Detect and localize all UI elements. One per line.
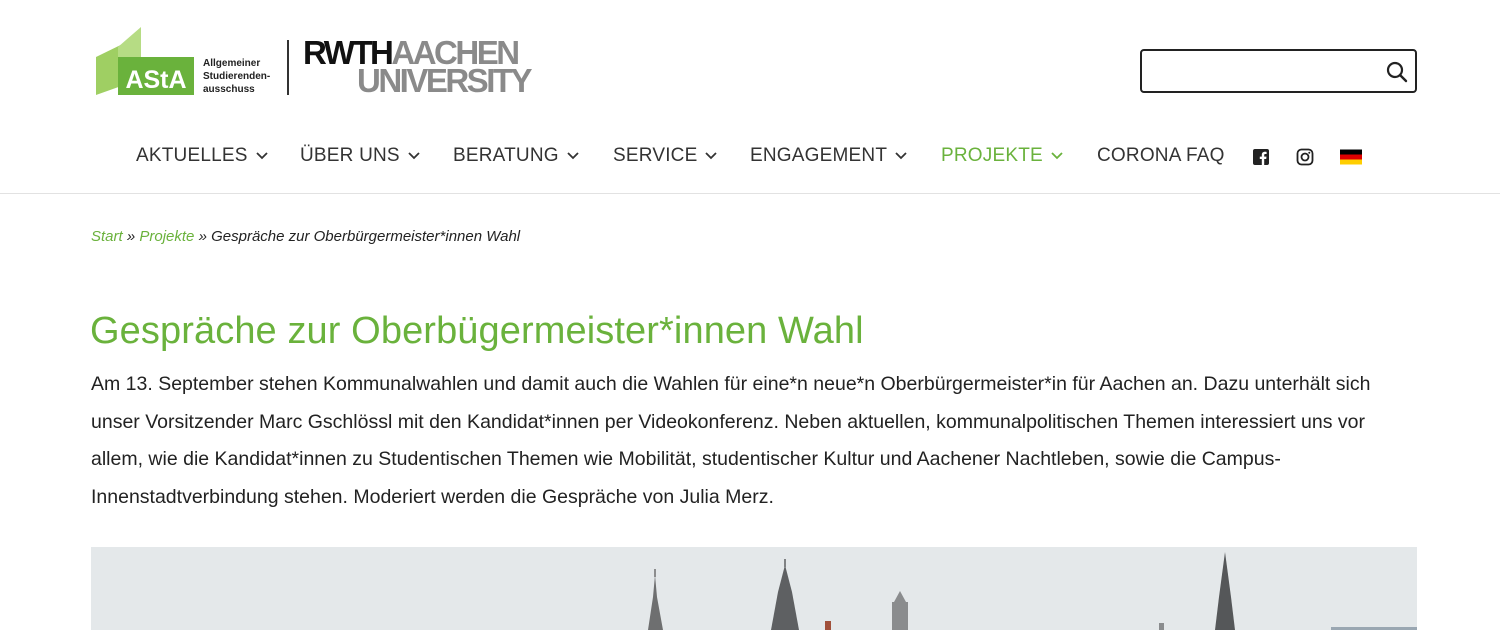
breadcrumb-current: Gespräche zur Oberbürgermeister*innen Wa… xyxy=(211,228,521,245)
nav-item-service[interactable]: SERVICE xyxy=(613,145,718,167)
nav-item-ueber-uns[interactable]: ÜBER UNS xyxy=(300,145,420,167)
page-title: Gespräche zur Oberbügermeister*innen Wah… xyxy=(90,310,864,352)
nav-item-corona-faq[interactable]: CORONA FAQ xyxy=(1097,145,1225,167)
breadcrumb-link-start[interactable]: Start xyxy=(91,228,123,245)
university-logo-text: UNIVERSITY xyxy=(357,62,533,99)
nav-item-beratung[interactable]: BERATUNG xyxy=(453,145,579,167)
search-input[interactable] xyxy=(1150,57,1374,87)
facebook-icon[interactable] xyxy=(1252,148,1270,166)
breadcrumb: Start » Projekte » Gespräche zur Oberbür… xyxy=(91,228,520,245)
chevron-down-icon xyxy=(256,152,268,160)
asta-caption-line: ausschuss xyxy=(203,84,255,95)
asta-logo[interactable]: AStA xyxy=(96,27,196,97)
chevron-down-icon xyxy=(408,152,420,160)
asta-caption-line: Studierenden- xyxy=(203,71,271,82)
chevron-down-icon xyxy=(567,152,579,160)
instagram-icon[interactable] xyxy=(1296,148,1314,166)
asta-logo-text: AStA xyxy=(125,66,186,94)
nav-item-label: PROJEKTE xyxy=(941,145,1043,166)
nav-item-label: CORONA FAQ xyxy=(1097,145,1225,166)
nav-item-label: SERVICE xyxy=(613,145,698,166)
nav-item-label: BERATUNG xyxy=(453,145,559,166)
intro-paragraph: Am 13. September stehen Kommunalwahlen u… xyxy=(91,373,1371,508)
german-flag-icon[interactable] xyxy=(1340,149,1362,165)
nav-item-projekte[interactable]: PROJEKTE xyxy=(941,145,1063,167)
nav-item-label: AKTUELLES xyxy=(136,145,248,166)
asta-caption-line: Allgemeiner xyxy=(203,58,261,69)
chevron-down-icon xyxy=(895,152,907,160)
chevron-down-icon xyxy=(705,152,718,160)
logo-divider xyxy=(287,40,289,95)
header-divider xyxy=(0,193,1500,194)
hero-image xyxy=(91,547,1417,630)
asta-caption: Allgemeiner Studierenden- ausschuss xyxy=(203,57,270,96)
search-box xyxy=(1140,49,1417,93)
nav-item-label: ENGAGEMENT xyxy=(750,145,888,166)
chevron-down-icon xyxy=(1051,152,1063,160)
breadcrumb-link-projekte[interactable]: Projekte xyxy=(139,228,194,245)
main-nav: AKTUELLES ÜBER UNS BERATUNG SERVICE ENGA… xyxy=(0,140,1500,174)
nav-item-aktuelles[interactable]: AKTUELLES xyxy=(136,145,268,167)
nav-item-label: ÜBER UNS xyxy=(300,145,400,166)
breadcrumb-separator: » xyxy=(126,228,136,245)
search-icon[interactable] xyxy=(1385,60,1409,84)
breadcrumb-separator: » xyxy=(198,228,207,245)
nav-item-engagement[interactable]: ENGAGEMENT xyxy=(750,145,907,167)
